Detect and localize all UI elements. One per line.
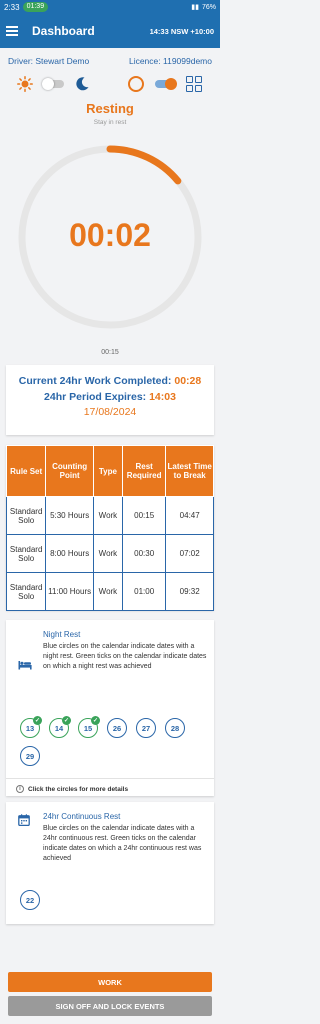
table-row: Standard Solo 5:30 Hours Work 00:15 04:4…: [5, 496, 214, 535]
table-header-row: Rule Set Counting Point Type Rest Requir…: [5, 445, 214, 497]
day-circle[interactable]: 14 ✓: [49, 716, 71, 738]
status-bar: 2:33 01:39 ▮▮ 76%: [0, 0, 220, 14]
continuous-rest-title: 24hr Continuous Rest: [43, 812, 121, 821]
table-row: Standard Solo 11:00 Hours Work 01:00 09:…: [5, 572, 214, 611]
period-expires-label: 24hr Period Expires:: [44, 391, 147, 403]
cell-rest-required: 00:15: [121, 496, 167, 535]
night-rest-description: Blue circles on the calendar indicate da…: [43, 643, 207, 670]
ring-icon: [128, 76, 144, 92]
cell-counting-point: 8:00 Hours: [45, 534, 94, 573]
work-completed-label: Current 24hr Work Completed:: [18, 375, 172, 387]
state-title: Resting: [86, 101, 134, 116]
cell-latest-time: 07:02: [165, 534, 214, 573]
theme-switch[interactable]: [42, 78, 64, 90]
cell-counting-point: 5:30 Hours: [45, 496, 94, 535]
col-latest-time: Latest Time to Break: [165, 445, 214, 497]
col-counting-point: Counting Point: [45, 445, 94, 497]
info-icon: i: [16, 785, 24, 793]
col-rule-set: Rule Set: [5, 445, 47, 497]
day-circle[interactable]: 15 ✓: [78, 716, 100, 738]
view-switch[interactable]: [155, 78, 177, 90]
day-circle[interactable]: 22: [20, 890, 40, 910]
col-rest-required: Rest Required: [121, 445, 167, 497]
call-indicator[interactable]: 01:39: [22, 2, 49, 12]
cell-rule-set: Standard Solo: [5, 496, 47, 535]
page-title: Dashboard: [32, 24, 95, 38]
check-icon: ✓: [91, 716, 100, 725]
day-circle[interactable]: 29: [20, 746, 40, 766]
status-time: 2:33: [4, 2, 20, 12]
day-circle[interactable]: 27: [136, 718, 156, 738]
cell-rest-required: 01:00: [121, 572, 167, 611]
continuous-rest-card: 24hr Continuous Rest Blue circles on the…: [6, 802, 214, 924]
break-rules-table: Rule Set Counting Point Type Rest Requir…: [5, 445, 214, 611]
cell-type: Work: [92, 572, 123, 611]
state-subtitle: Stay in rest: [93, 119, 127, 126]
licence-number: Licence: 119099demo: [128, 56, 212, 66]
app-time: 14:33 NSW +10:00: [149, 26, 214, 36]
help-text: Click the circles for more details: [28, 785, 129, 793]
night-rest-title: Night Rest: [43, 630, 81, 639]
night-rest-help: i Click the circles for more details: [16, 785, 128, 793]
check-icon: ✓: [33, 716, 42, 725]
grid-icon[interactable]: [186, 76, 202, 92]
cell-counting-point: 11:00 Hours: [45, 572, 94, 611]
day-circle[interactable]: 13 ✓: [20, 716, 42, 738]
continuous-rest-description: Blue circles on the calendar indicate da…: [43, 825, 202, 862]
cell-rule-set: Standard Solo: [5, 572, 47, 611]
mode-toggles: [0, 72, 220, 96]
calendar-icon: [18, 814, 30, 826]
work-summary-card: Current 24hr Work Completed: 00:28 24hr …: [6, 365, 214, 435]
col-type: Type: [92, 445, 123, 497]
day-circle[interactable]: 28: [165, 718, 185, 738]
moon-icon: [76, 77, 89, 91]
cell-type: Work: [92, 496, 123, 535]
night-rest-card: Night Rest Blue circles on the calendar …: [6, 620, 214, 796]
app-bar: Dashboard 14:33 NSW +10:00: [0, 14, 220, 48]
cell-latest-time: 09:32: [165, 572, 214, 611]
elapsed-time: 00:15: [101, 349, 119, 356]
table-row: Standard Solo 8:00 Hours Work 00:30 07:0…: [5, 534, 214, 573]
menu-icon[interactable]: [6, 26, 18, 36]
bed-icon: [18, 661, 32, 670]
driver-row: Driver: Stewart Demo Licence: 119099demo: [8, 56, 212, 66]
period-expires-line: 24hr Period Expires: 14:03: [6, 391, 214, 403]
sign-off-button[interactable]: SIGN OFF AND LOCK EVENTS: [8, 996, 212, 1016]
driver-name: Driver: Stewart Demo: [8, 56, 90, 66]
signal-icon: ▮▮: [191, 4, 199, 11]
rest-timer: 00:02: [69, 217, 151, 253]
battery-level: 76%: [201, 3, 216, 11]
cell-rule-set: Standard Solo: [5, 534, 47, 573]
check-icon: ✓: [62, 716, 71, 725]
work-completed-line: Current 24hr Work Completed: 00:28: [6, 375, 214, 387]
nav-bar: [0, 1018, 220, 1024]
work-button[interactable]: WORK: [8, 972, 212, 992]
cell-rest-required: 00:30: [121, 534, 167, 573]
cell-latest-time: 04:47: [165, 496, 214, 535]
period-expires-value: 14:03: [149, 391, 176, 403]
day-circle[interactable]: 26: [107, 718, 127, 738]
cell-type: Work: [92, 534, 123, 573]
period-date: 17/08/2024: [83, 406, 137, 418]
sun-icon: [17, 76, 33, 92]
divider: [6, 778, 214, 779]
work-completed-value: 00:28: [174, 375, 202, 387]
